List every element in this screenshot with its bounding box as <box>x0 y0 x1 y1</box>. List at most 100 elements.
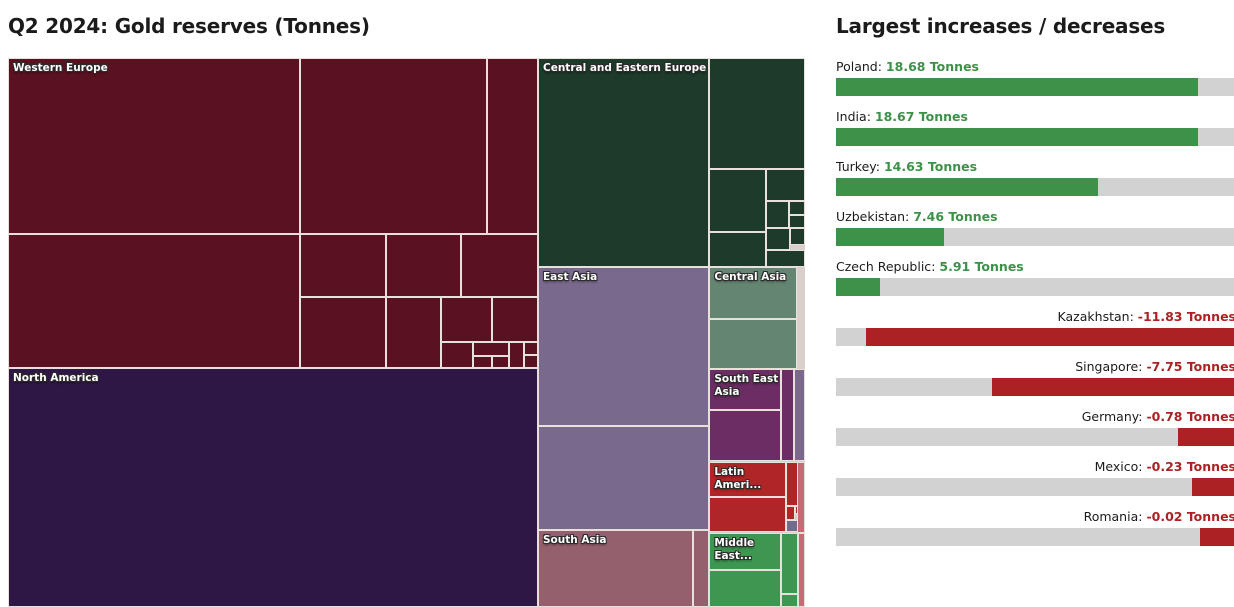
change-value: 5.91 Tonnes <box>939 259 1024 274</box>
treemap-tile-label: Central Asia <box>714 270 787 283</box>
change-bar-track <box>836 128 1234 146</box>
changes-list: Poland: 18.68 Tonnes India: 18.67 Tonnes T… <box>836 58 1234 558</box>
treemap-tile-middle-east[interactable]: Middle East... <box>709 532 782 571</box>
treemap-tile-western-europe[interactable] <box>491 356 509 369</box>
change-value: 14.63 Tonnes <box>883 159 978 174</box>
treemap-tile-western-europe[interactable] <box>473 356 492 369</box>
change-row[interactable]: Poland: 18.68 Tonnes <box>836 58 1234 96</box>
treemap-tile-western-europe[interactable] <box>440 341 474 369</box>
change-country-name: Uzbekistan <box>836 209 906 224</box>
treemap-tile-central-eastern-europe[interactable] <box>708 169 766 233</box>
change-row[interactable]: Mexico: -0.23 Tonnes <box>836 458 1234 496</box>
change-row-label: Singapore: -7.75 Tonnes <box>1075 359 1234 374</box>
changes-panel: Largest increases / decreases Poland: 18… <box>820 0 1234 607</box>
treemap-tile-middle-east[interactable] <box>709 570 782 607</box>
change-bar-track <box>836 428 1234 446</box>
change-value: -0.02 Tonnes <box>1146 509 1234 524</box>
treemap-tile-central-eastern-europe[interactable] <box>789 200 805 215</box>
treemap-tile-central-eastern-europe[interactable] <box>765 228 790 251</box>
treemap-tile-south-asia[interactable]: South Asia <box>538 530 694 607</box>
treemap-tile-label: East Asia <box>543 270 598 283</box>
change-bar-fill <box>866 328 1234 346</box>
treemap-tile-western-europe[interactable] <box>385 233 461 297</box>
gold-reserves-dashboard: Q2 2024: Gold reserves (Tonnes) Western … <box>0 0 1234 607</box>
treemap-tile-east-asia[interactable] <box>793 368 805 461</box>
change-bar-fill <box>1192 478 1234 496</box>
treemap-tile-central-eastern-europe[interactable] <box>765 250 805 267</box>
change-bar-fill <box>836 78 1198 96</box>
change-country-name: Mexico <box>1094 459 1139 474</box>
treemap-tile-central-and-eastern-europe[interactable]: Central and Eastern Europe <box>538 58 709 267</box>
treemap-tile-central-asia[interactable] <box>709 319 798 369</box>
change-row[interactable]: Singapore: -7.75 Tonnes <box>836 358 1234 396</box>
treemap-tile-central-eastern-europe[interactable] <box>789 215 805 229</box>
treemap-tile-central-eastern-europe[interactable] <box>708 58 805 170</box>
treemap-tile-east-asia[interactable]: East Asia <box>538 266 710 426</box>
treemap-tile-label: Latin Ameri... <box>714 466 762 492</box>
change-row[interactable]: Czech Republic: 5.91 Tonnes <box>836 258 1234 296</box>
treemap-tile-western-europe[interactable] <box>508 341 524 369</box>
treemap-tile-western-europe[interactable] <box>299 296 386 369</box>
change-bar-fill <box>836 228 944 246</box>
treemap-tile-north-america[interactable]: North America <box>8 368 538 607</box>
change-country-name: Romania <box>1083 509 1139 524</box>
treemap-tile-western-europe[interactable]: Western Europe <box>8 58 300 234</box>
treemap-tile-other[interactable] <box>797 462 805 533</box>
change-bar-fill <box>1178 428 1234 446</box>
treemap-tile-western-europe[interactable] <box>491 296 538 342</box>
treemap-tile-label: Western Europe <box>13 62 108 74</box>
treemap-chart: Western Europe North America Central and E… <box>8 58 805 607</box>
treemap-panel: Q2 2024: Gold reserves (Tonnes) Western … <box>0 0 820 607</box>
treemap-tile-south-east-asia[interactable]: South East Asia <box>709 368 782 410</box>
treemap-tile-latin-america[interactable] <box>785 505 796 520</box>
treemap-tile-western-europe[interactable] <box>523 355 538 369</box>
treemap-tile-western-europe[interactable] <box>486 58 538 234</box>
treemap-tile-central-eastern-europe[interactable] <box>708 232 766 267</box>
treemap-tile-south-east-asia[interactable] <box>709 409 782 461</box>
change-value: -0.23 Tonnes <box>1146 459 1234 474</box>
treemap-tile-western-europe[interactable] <box>299 58 487 234</box>
treemap-tile-central-asia[interactable]: Central Asia <box>709 266 798 320</box>
treemap-tile-western-europe[interactable] <box>385 296 441 369</box>
treemap-tile-central-eastern-europe[interactable] <box>789 228 805 246</box>
change-row[interactable]: Romania: -0.02 Tonnes <box>836 508 1234 546</box>
treemap-tile-latin-america[interactable] <box>709 496 786 533</box>
change-country-name: Czech Republic <box>836 259 932 274</box>
change-bar-track <box>836 228 1234 246</box>
change-row-label: Germany: -0.78 Tonnes <box>1081 409 1234 424</box>
change-row[interactable]: Uzbekistan: 7.46 Tonnes <box>836 208 1234 246</box>
change-row[interactable]: India: 18.67 Tonnes <box>836 108 1234 146</box>
change-row[interactable]: Turkey: 14.63 Tonnes <box>836 158 1234 196</box>
treemap-tile-label: Central and Eastern Europe <box>543 62 707 74</box>
change-bar-track <box>836 78 1234 96</box>
change-country-name: Germany <box>1081 409 1139 424</box>
change-value: 7.46 Tonnes <box>913 209 998 224</box>
treemap-tile-other[interactable] <box>797 532 805 607</box>
treemap-tile-south-east-asia[interactable] <box>781 368 794 461</box>
change-value: 18.67 Tonnes <box>874 109 968 124</box>
treemap-tile-western-europe[interactable] <box>299 233 386 297</box>
change-row[interactable]: Germany: -0.78 Tonnes <box>836 408 1234 446</box>
treemap-tile-western-europe[interactable] <box>523 341 538 355</box>
treemap-tile-middle-east[interactable] <box>781 594 798 607</box>
change-row-label: Romania: -0.02 Tonnes <box>1083 509 1234 524</box>
treemap-tile-latin-ameri[interactable]: Latin Ameri... <box>709 462 786 497</box>
change-country-name: Turkey <box>836 159 876 174</box>
treemap-tile-central-eastern-europe[interactable] <box>765 169 805 201</box>
changes-panel-title: Largest increases / decreases <box>836 14 1166 38</box>
treemap-tile-western-europe[interactable] <box>440 296 492 342</box>
treemap-tile-middle-east[interactable] <box>781 532 798 595</box>
treemap-tile-western-europe[interactable] <box>460 233 538 297</box>
change-value: -0.78 Tonnes <box>1146 409 1234 424</box>
change-row-label: Uzbekistan: 7.46 Tonnes <box>836 209 998 224</box>
treemap-tile-western-europe[interactable] <box>8 233 300 369</box>
treemap-tile-central-eastern-europe[interactable] <box>765 200 790 229</box>
change-row-label: Kazakhstan: -11.83 Tonnes <box>1057 309 1234 324</box>
change-row-label: Czech Republic: 5.91 Tonnes <box>836 259 1024 274</box>
treemap-tile-western-europe[interactable] <box>473 341 509 357</box>
change-bar-fill <box>1200 528 1234 546</box>
treemap-tile-east-asia[interactable] <box>538 425 710 531</box>
treemap-tile-south-asia[interactable] <box>693 530 710 607</box>
change-row[interactable]: Kazakhstan: -11.83 Tonnes <box>836 308 1234 346</box>
treemap-tile-label: North America <box>13 372 99 385</box>
